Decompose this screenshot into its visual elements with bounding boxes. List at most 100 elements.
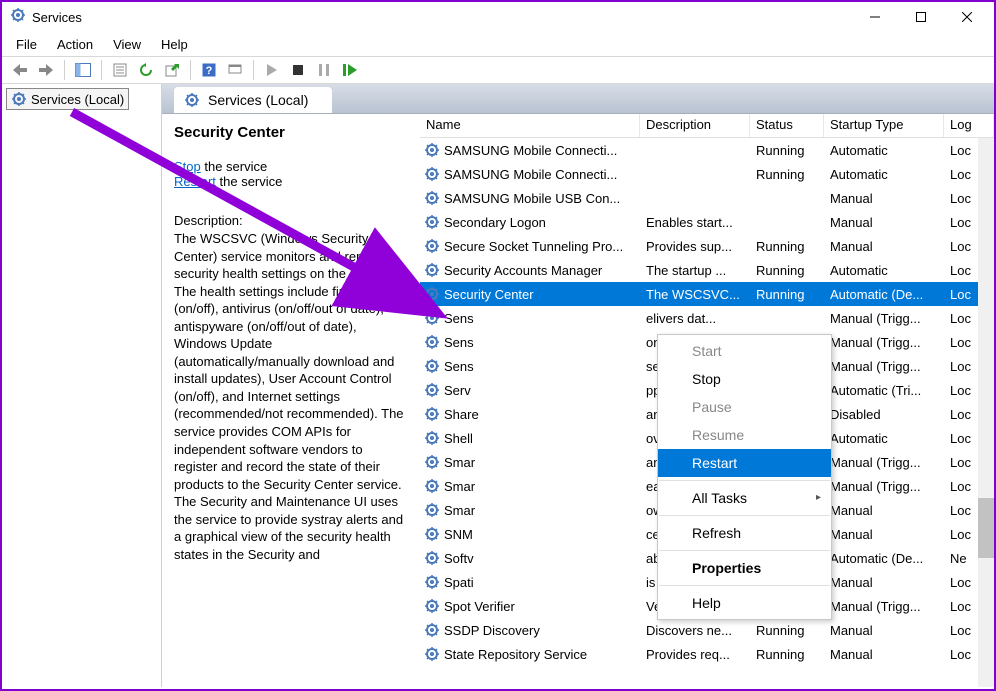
table-row[interactable]: Senselivers dat...Manual (Trigg...Loc	[420, 306, 994, 330]
ctx-resume: Resume	[658, 421, 831, 449]
table-row[interactable]: SAMSUNG Mobile Connecti...RunningAutomat…	[420, 162, 994, 186]
gear-icon	[424, 262, 440, 278]
cell-name: Serv	[444, 383, 471, 398]
cell-description: The startup ...	[640, 263, 750, 278]
pause-service-button[interactable]	[312, 59, 336, 81]
cell-name: Smar	[444, 455, 475, 470]
menu-view[interactable]: View	[105, 35, 149, 54]
cell-startup: Manual	[824, 215, 944, 230]
export-button[interactable]	[160, 59, 184, 81]
cell-description: The WSCSVC...	[640, 287, 750, 302]
cell-startup: Manual	[824, 575, 944, 590]
detail-heading: Security Center	[174, 124, 408, 141]
start-service-button[interactable]	[260, 59, 284, 81]
help-button[interactable]: ?	[197, 59, 221, 81]
table-row[interactable]: SAMSUNG Mobile Connecti...RunningAutomat…	[420, 138, 994, 162]
table-row[interactable]: SAMSUNG Mobile USB Con...ManualLoc	[420, 186, 994, 210]
properties-button[interactable]	[108, 59, 132, 81]
restart-service-button[interactable]	[338, 59, 362, 81]
gear-icon	[424, 646, 440, 662]
cell-description: Enables start...	[640, 215, 750, 230]
cell-name: Share	[444, 407, 479, 422]
tree-item-services-local[interactable]: Services (Local)	[6, 88, 129, 110]
description-label: Description:	[174, 213, 408, 228]
ctx-refresh[interactable]: Refresh	[658, 519, 831, 547]
svg-text:?: ?	[206, 65, 213, 77]
cell-startup: Manual	[824, 239, 944, 254]
gear-icon	[424, 238, 440, 254]
cell-status: Running	[750, 287, 824, 302]
cell-description: Provides sup...	[640, 239, 750, 254]
cell-name: SNM	[444, 527, 473, 542]
forward-button[interactable]	[34, 59, 58, 81]
menu-help[interactable]: Help	[153, 35, 196, 54]
close-button[interactable]	[944, 3, 990, 31]
tree-item-label: Services (Local)	[31, 92, 124, 107]
table-row[interactable]: State Repository ServiceProvides req...R…	[420, 642, 994, 666]
back-button[interactable]	[8, 59, 32, 81]
ctx-pause: Pause	[658, 393, 831, 421]
scrollbar-thumb[interactable]	[978, 498, 994, 558]
col-description[interactable]: Description	[640, 114, 750, 137]
table-row[interactable]: SSDP DiscoveryDiscovers ne...RunningManu…	[420, 618, 994, 642]
cell-name: Sens	[444, 311, 474, 326]
stop-service-button[interactable]	[286, 59, 310, 81]
window-title: Services	[32, 10, 852, 25]
col-status[interactable]: Status	[750, 114, 824, 137]
list-header: Name Description Status Startup Type Log	[420, 114, 994, 138]
refresh-button[interactable]	[134, 59, 158, 81]
tab-services-local[interactable]: Services (Local)	[174, 87, 332, 113]
gear-icon	[424, 478, 440, 494]
maximize-button[interactable]	[898, 3, 944, 31]
cell-name: Security Center	[444, 287, 534, 302]
menu-file[interactable]: File	[8, 35, 45, 54]
cell-name: Secure Socket Tunneling Pro...	[444, 239, 623, 254]
cell-name: Sens	[444, 359, 474, 374]
col-logon[interactable]: Log	[944, 114, 994, 137]
ctx-properties[interactable]: Properties	[658, 554, 831, 582]
scrollbar-track[interactable]	[978, 138, 994, 687]
detail-pane: Security Center Stop the service Restart…	[162, 114, 420, 687]
toolbar: ?	[2, 56, 994, 84]
table-row[interactable]: Security Accounts ManagerThe startup ...…	[420, 258, 994, 282]
table-row[interactable]: Secure Socket Tunneling Pro... Provides s…	[420, 234, 994, 258]
tree-pane: Services (Local)	[2, 84, 162, 687]
cell-name: Spati	[444, 575, 474, 590]
col-startup-type[interactable]: Startup Type	[824, 114, 944, 137]
cell-name: Sens	[444, 335, 474, 350]
cell-name: SAMSUNG Mobile USB Con...	[444, 191, 620, 206]
cell-status: Running	[750, 143, 824, 158]
ctx-stop[interactable]: Stop	[658, 365, 831, 393]
cell-description: Provides req...	[640, 647, 750, 662]
gear-icon	[424, 214, 440, 230]
cell-startup: Disabled	[824, 407, 944, 422]
tab-header: Services (Local)	[162, 84, 994, 114]
cell-status: Running	[750, 623, 824, 638]
cell-startup: Manual (Trigg...	[824, 479, 944, 494]
gear-icon	[424, 550, 440, 566]
col-name[interactable]: Name	[420, 114, 640, 137]
table-row[interactable]: Secondary LogonEnables start...ManualLoc	[420, 210, 994, 234]
cell-startup: Manual (Trigg...	[824, 455, 944, 470]
cell-description: elivers dat...	[640, 311, 750, 326]
cell-name: SSDP Discovery	[444, 623, 540, 638]
restart-link[interactable]: Restart	[174, 174, 216, 189]
cell-startup: Manual (Trigg...	[824, 335, 944, 350]
menu-action[interactable]: Action	[49, 35, 101, 54]
cell-name: Secondary Logon	[444, 215, 546, 230]
show-hide-tree-button[interactable]	[71, 59, 95, 81]
ctx-help[interactable]: Help	[658, 589, 831, 617]
console-button[interactable]	[223, 59, 247, 81]
gear-icon	[424, 286, 440, 302]
ctx-all-tasks[interactable]: All Tasks▸	[658, 484, 831, 512]
cell-startup: Automatic (De...	[824, 287, 944, 302]
detail-actions: Stop the service Restart the service	[174, 159, 408, 189]
table-row[interactable]: Security Center The WSCSVC...RunningAutom…	[420, 282, 994, 306]
cell-startup: Automatic	[824, 167, 944, 182]
gear-icon	[11, 91, 27, 107]
cell-startup: Manual	[824, 623, 944, 638]
minimize-button[interactable]	[852, 3, 898, 31]
stop-link[interactable]: Stop	[174, 159, 201, 174]
ctx-restart[interactable]: Restart	[658, 449, 831, 477]
cell-name: SAMSUNG Mobile Connecti...	[444, 143, 617, 158]
